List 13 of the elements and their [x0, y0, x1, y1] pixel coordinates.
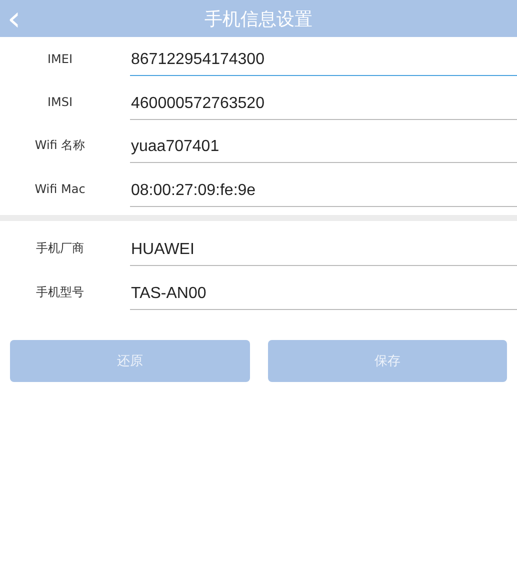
field-label: Wifi Mac [34, 182, 86, 196]
input-field[interactable]: yuaa707401 [130, 132, 517, 164]
input-field[interactable]: TAS-AN00 [130, 278, 517, 310]
field-label: IMEI [46, 52, 74, 66]
field-label: Wifi 名称 [34, 137, 86, 154]
input-field[interactable]: 08:00:27:09:fe:9e [130, 176, 517, 207]
field-label: 手机厂商 [35, 240, 85, 258]
input-field[interactable]: 460000572763520 [130, 88, 517, 120]
field-label: 手机型号 [35, 284, 85, 301]
page-title: 手机信息设置 [204, 8, 312, 30]
input-field[interactable]: HUAWEI [130, 235, 517, 266]
field-label: IMSI [46, 95, 74, 110]
input-field[interactable]: 867122954174300 [130, 45, 517, 76]
